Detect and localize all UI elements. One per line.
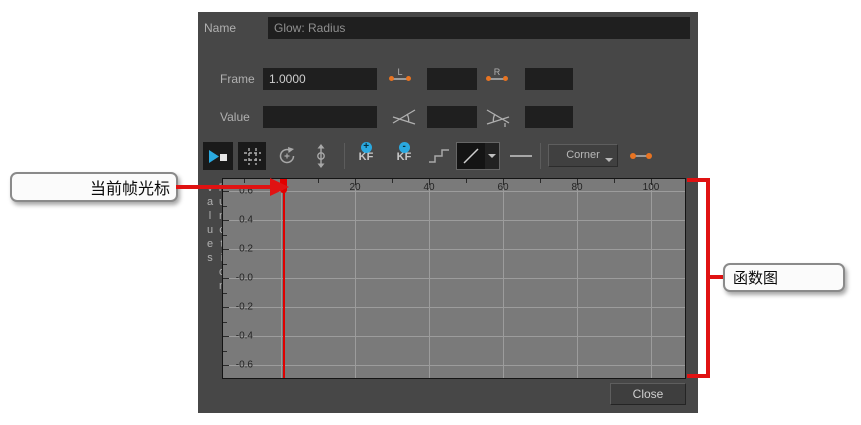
play-icon <box>209 150 228 163</box>
function-graph-callout-label: 函数图 <box>733 267 778 288</box>
right-handle-label: R <box>494 67 501 77</box>
y-tick-label: -0.0 <box>229 273 253 284</box>
keyframe-link-icon <box>630 153 652 159</box>
remove-keyframe-button[interactable]: KF - <box>390 144 418 170</box>
bracket-connector-segment <box>706 275 724 279</box>
right-handle-input[interactable] <box>525 68 573 90</box>
toolbar-separator <box>344 143 345 169</box>
value-input[interactable] <box>263 106 377 128</box>
frame-label: Frame <box>220 68 255 90</box>
y-tick-label: 0.4 <box>229 215 253 226</box>
left-handle-input[interactable] <box>427 68 477 90</box>
y-minor-tick <box>223 206 227 207</box>
function-graph-area[interactable]: 0204060801000.60.40.2-0.0-0.2-0.4-0.6 <box>222 178 686 379</box>
corner-dropdown-button[interactable]: Corner <box>548 144 618 167</box>
right-ease-angle-icon <box>486 107 510 127</box>
left-ease-angle-icon <box>392 107 416 127</box>
left-handle-label: L <box>397 67 402 77</box>
y-tick-label: -0.2 <box>229 302 253 313</box>
linear-segment-icon <box>457 143 485 169</box>
y-tick-label: -0.6 <box>229 360 253 371</box>
add-keyframe-button[interactable]: KF + <box>352 144 380 170</box>
reset-view-icon <box>277 146 297 166</box>
x-minor-tick <box>466 179 467 183</box>
horizontal-line-icon <box>510 155 532 157</box>
close-button[interactable]: Close <box>610 383 686 405</box>
current-frame-cursor-callout-label: 当前帧光标 <box>90 175 170 199</box>
name-label: Name <box>204 17 236 39</box>
y-gridline <box>223 278 685 279</box>
linearize-selection-button[interactable] <box>626 142 656 170</box>
current-frame-cursor-callout: 当前帧光标 <box>10 172 178 202</box>
left-handle-icon: L <box>392 67 408 80</box>
x-minor-tick <box>318 179 319 183</box>
x-minor-tick <box>614 179 615 183</box>
right-handle-icon: R <box>489 67 505 80</box>
right-ease-input[interactable] <box>525 106 573 128</box>
corner-dropdown-arrow-icon <box>605 158 613 162</box>
step-curve-icon <box>428 149 450 163</box>
grid-icon <box>244 148 261 165</box>
function-editor-dialog: Name Frame L R Value <box>198 12 698 413</box>
corner-dropdown-label: Corner <box>566 149 600 161</box>
y-tick-label: 0.2 <box>229 244 253 255</box>
reset-view-button[interactable] <box>272 142 302 170</box>
dropdown-arrow-icon[interactable] <box>485 143 499 169</box>
bracket-bottom-segment <box>687 374 710 378</box>
value-label: Value <box>220 106 250 128</box>
y-minor-tick <box>223 351 227 352</box>
x-minor-tick <box>540 179 541 183</box>
y-minor-tick <box>223 235 227 236</box>
y-gridline <box>223 307 685 308</box>
add-keyframe-icon: KF + <box>359 151 374 163</box>
y-gridline <box>223 336 685 337</box>
y-tick-label: -0.4 <box>229 331 253 342</box>
reset-zoom-button[interactable] <box>307 142 335 170</box>
flat-segment-button[interactable] <box>508 142 534 170</box>
segment-type-dropdown[interactable] <box>456 142 500 170</box>
step-curve-button[interactable] <box>426 142 452 170</box>
name-input[interactable] <box>268 17 690 39</box>
play-function-button[interactable] <box>203 142 233 170</box>
remove-keyframe-icon: KF - <box>397 151 412 163</box>
callout-arrow-head <box>270 178 289 196</box>
x-minor-tick <box>392 179 393 183</box>
frame-input[interactable] <box>263 68 377 90</box>
toolbar-separator <box>540 143 541 169</box>
y-minor-tick <box>223 322 227 323</box>
x-minor-tick <box>244 179 245 183</box>
y-gridline <box>223 220 685 221</box>
function-graph-callout: 函数图 <box>723 263 845 292</box>
left-ease-input[interactable] <box>427 106 477 128</box>
y-gridline <box>223 365 685 366</box>
y-minor-tick <box>223 293 227 294</box>
current-frame-cursor-line[interactable] <box>283 179 285 378</box>
y-gridline <box>223 249 685 250</box>
show-grid-button[interactable] <box>238 142 266 170</box>
y-minor-tick <box>223 264 227 265</box>
callout-arrow-shaft <box>176 185 272 189</box>
y-gridline <box>223 191 685 192</box>
vertical-fit-icon <box>314 144 328 168</box>
